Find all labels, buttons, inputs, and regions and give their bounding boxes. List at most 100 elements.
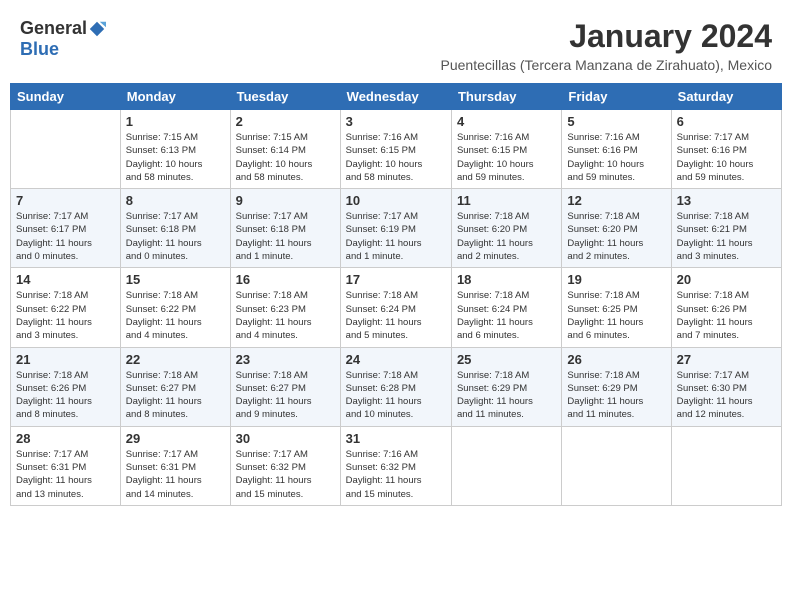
- day-info: Sunrise: 7:16 AMSunset: 6:15 PMDaylight:…: [346, 131, 446, 184]
- column-header-thursday: Thursday: [451, 84, 561, 110]
- calendar-cell: 14 Sunrise: 7:18 AMSunset: 6:22 PMDayligh…: [11, 268, 121, 347]
- calendar-cell: 10 Sunrise: 7:17 AMSunset: 6:19 PMDayligh…: [340, 189, 451, 268]
- day-number: 16: [236, 272, 335, 287]
- calendar-cell: 8 Sunrise: 7:17 AMSunset: 6:18 PMDaylight…: [120, 189, 230, 268]
- day-info: Sunrise: 7:18 AMSunset: 6:24 PMDaylight:…: [346, 289, 446, 342]
- day-info: Sunrise: 7:16 AMSunset: 6:32 PMDaylight:…: [346, 448, 446, 501]
- day-info: Sunrise: 7:18 AMSunset: 6:25 PMDaylight:…: [567, 289, 665, 342]
- calendar-cell: 13 Sunrise: 7:18 AMSunset: 6:21 PMDayligh…: [671, 189, 781, 268]
- day-number: 19: [567, 272, 665, 287]
- day-info: Sunrise: 7:18 AMSunset: 6:22 PMDaylight:…: [16, 289, 115, 342]
- day-info: Sunrise: 7:18 AMSunset: 6:27 PMDaylight:…: [126, 369, 225, 422]
- day-number: 4: [457, 114, 556, 129]
- calendar-cell: [11, 110, 121, 189]
- calendar-cell: 28 Sunrise: 7:17 AMSunset: 6:31 PMDayligh…: [11, 426, 121, 505]
- day-info: Sunrise: 7:18 AMSunset: 6:28 PMDaylight:…: [346, 369, 446, 422]
- calendar-cell: 17 Sunrise: 7:18 AMSunset: 6:24 PMDayligh…: [340, 268, 451, 347]
- day-number: 23: [236, 352, 335, 367]
- day-number: 1: [126, 114, 225, 129]
- day-info: Sunrise: 7:18 AMSunset: 6:29 PMDaylight:…: [457, 369, 556, 422]
- calendar-table: SundayMondayTuesdayWednesdayThursdayFrid…: [10, 83, 782, 506]
- title-section: January 2024 Puentecillas (Tercera Manza…: [441, 18, 773, 73]
- calendar-cell: 15 Sunrise: 7:18 AMSunset: 6:22 PMDayligh…: [120, 268, 230, 347]
- calendar-cell: 4 Sunrise: 7:16 AMSunset: 6:15 PMDaylight…: [451, 110, 561, 189]
- day-info: Sunrise: 7:17 AMSunset: 6:31 PMDaylight:…: [126, 448, 225, 501]
- calendar-cell: 24 Sunrise: 7:18 AMSunset: 6:28 PMDayligh…: [340, 347, 451, 426]
- day-number: 15: [126, 272, 225, 287]
- location-title: Puentecillas (Tercera Manzana de Zirahua…: [441, 57, 773, 73]
- day-info: Sunrise: 7:18 AMSunset: 6:29 PMDaylight:…: [567, 369, 665, 422]
- month-title: January 2024: [441, 18, 773, 55]
- day-number: 21: [16, 352, 115, 367]
- day-number: 30: [236, 431, 335, 446]
- logo: General Blue: [20, 18, 106, 60]
- day-number: 20: [677, 272, 776, 287]
- day-info: Sunrise: 7:18 AMSunset: 6:21 PMDaylight:…: [677, 210, 776, 263]
- calendar-cell: 7 Sunrise: 7:17 AMSunset: 6:17 PMDaylight…: [11, 189, 121, 268]
- day-info: Sunrise: 7:18 AMSunset: 6:23 PMDaylight:…: [236, 289, 335, 342]
- calendar-week-3: 14 Sunrise: 7:18 AMSunset: 6:22 PMDayligh…: [11, 268, 782, 347]
- calendar-cell: 22 Sunrise: 7:18 AMSunset: 6:27 PMDayligh…: [120, 347, 230, 426]
- column-header-sunday: Sunday: [11, 84, 121, 110]
- calendar-cell: 1Sunrise: 7:15 AMSunset: 6:13 PMDaylight…: [120, 110, 230, 189]
- column-header-friday: Friday: [562, 84, 671, 110]
- day-info: Sunrise: 7:17 AMSunset: 6:30 PMDaylight:…: [677, 369, 776, 422]
- day-number: 3: [346, 114, 446, 129]
- day-number: 7: [16, 193, 115, 208]
- day-info: Sunrise: 7:17 AMSunset: 6:32 PMDaylight:…: [236, 448, 335, 501]
- day-number: 13: [677, 193, 776, 208]
- day-info: Sunrise: 7:18 AMSunset: 6:22 PMDaylight:…: [126, 289, 225, 342]
- day-number: 5: [567, 114, 665, 129]
- day-number: 8: [126, 193, 225, 208]
- calendar-cell: 23 Sunrise: 7:18 AMSunset: 6:27 PMDayligh…: [230, 347, 340, 426]
- day-number: 17: [346, 272, 446, 287]
- calendar-cell: 9 Sunrise: 7:17 AMSunset: 6:18 PMDaylight…: [230, 189, 340, 268]
- calendar-cell: 5 Sunrise: 7:16 AMSunset: 6:16 PMDaylight…: [562, 110, 671, 189]
- day-number: 9: [236, 193, 335, 208]
- calendar-cell: 16 Sunrise: 7:18 AMSunset: 6:23 PMDayligh…: [230, 268, 340, 347]
- calendar-week-5: 28 Sunrise: 7:17 AMSunset: 6:31 PMDayligh…: [11, 426, 782, 505]
- day-number: 11: [457, 193, 556, 208]
- logo-blue-text: Blue: [20, 39, 59, 60]
- calendar-cell: [451, 426, 561, 505]
- day-info: Sunrise: 7:18 AMSunset: 6:24 PMDaylight:…: [457, 289, 556, 342]
- day-info: Sunrise: 7:15 AMSunset: 6:14 PMDaylight:…: [236, 131, 335, 184]
- day-info: Sunrise: 7:18 AMSunset: 6:20 PMDaylight:…: [457, 210, 556, 263]
- day-number: 25: [457, 352, 556, 367]
- day-info: Sunrise: 7:17 AMSunset: 6:17 PMDaylight:…: [16, 210, 115, 263]
- day-info: Sunrise: 7:16 AMSunset: 6:15 PMDaylight:…: [457, 131, 556, 184]
- day-info: Sunrise: 7:17 AMSunset: 6:31 PMDaylight:…: [16, 448, 115, 501]
- day-number: 6: [677, 114, 776, 129]
- calendar-cell: 30 Sunrise: 7:17 AMSunset: 6:32 PMDayligh…: [230, 426, 340, 505]
- day-number: 24: [346, 352, 446, 367]
- day-number: 10: [346, 193, 446, 208]
- day-info: Sunrise: 7:16 AMSunset: 6:16 PMDaylight:…: [567, 131, 665, 184]
- calendar-cell: 21Sunrise: 7:18 AMSunset: 6:26 PMDayligh…: [11, 347, 121, 426]
- calendar-cell: 3 Sunrise: 7:16 AMSunset: 6:15 PMDaylight…: [340, 110, 451, 189]
- day-info: Sunrise: 7:17 AMSunset: 6:18 PMDaylight:…: [126, 210, 225, 263]
- day-number: 28: [16, 431, 115, 446]
- day-info: Sunrise: 7:17 AMSunset: 6:18 PMDaylight:…: [236, 210, 335, 263]
- day-number: 27: [677, 352, 776, 367]
- calendar-cell: 29Sunrise: 7:17 AMSunset: 6:31 PMDayligh…: [120, 426, 230, 505]
- calendar-week-1: 1Sunrise: 7:15 AMSunset: 6:13 PMDaylight…: [11, 110, 782, 189]
- calendar-cell: 19 Sunrise: 7:18 AMSunset: 6:25 PMDayligh…: [562, 268, 671, 347]
- day-info: Sunrise: 7:18 AMSunset: 6:27 PMDaylight:…: [236, 369, 335, 422]
- day-number: 22: [126, 352, 225, 367]
- calendar-cell: 12Sunrise: 7:18 AMSunset: 6:20 PMDayligh…: [562, 189, 671, 268]
- calendar-cell: 25 Sunrise: 7:18 AMSunset: 6:29 PMDayligh…: [451, 347, 561, 426]
- column-header-tuesday: Tuesday: [230, 84, 340, 110]
- column-header-wednesday: Wednesday: [340, 84, 451, 110]
- calendar-cell: 27 Sunrise: 7:17 AMSunset: 6:30 PMDayligh…: [671, 347, 781, 426]
- calendar-week-2: 7 Sunrise: 7:17 AMSunset: 6:17 PMDaylight…: [11, 189, 782, 268]
- day-info: Sunrise: 7:17 AMSunset: 6:19 PMDaylight:…: [346, 210, 446, 263]
- calendar-week-4: 21Sunrise: 7:18 AMSunset: 6:26 PMDayligh…: [11, 347, 782, 426]
- calendar-cell: 31Sunrise: 7:16 AMSunset: 6:32 PMDayligh…: [340, 426, 451, 505]
- day-number: 2: [236, 114, 335, 129]
- calendar-cell: [562, 426, 671, 505]
- calendar-header-row: SundayMondayTuesdayWednesdayThursdayFrid…: [11, 84, 782, 110]
- column-header-saturday: Saturday: [671, 84, 781, 110]
- day-number: 26: [567, 352, 665, 367]
- day-number: 14: [16, 272, 115, 287]
- logo-icon: [88, 20, 106, 38]
